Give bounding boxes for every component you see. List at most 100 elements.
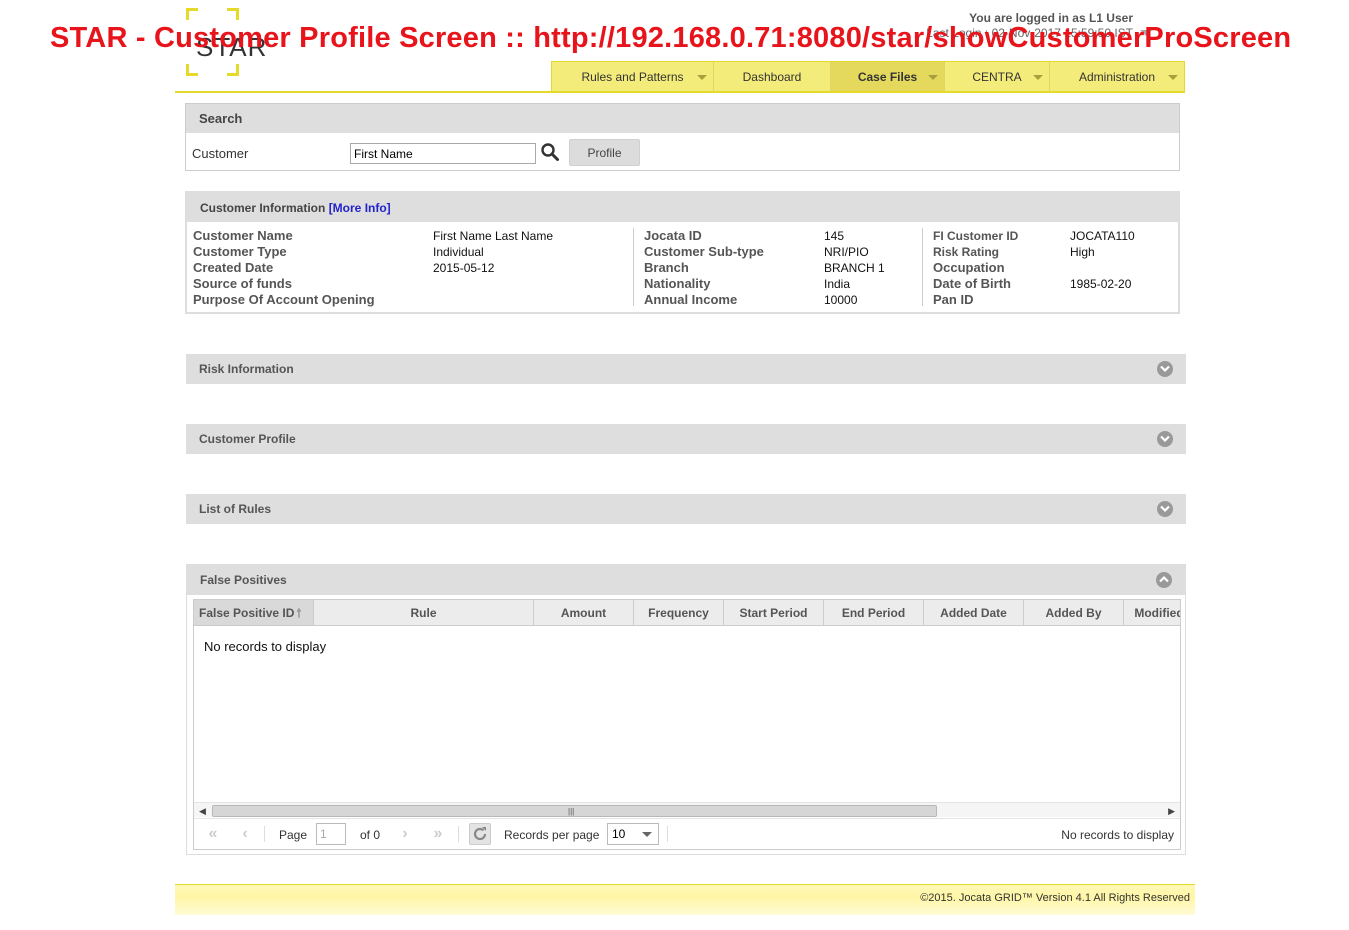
field-value: First Name Last Name bbox=[433, 229, 554, 243]
info-row: Jocata ID 145 bbox=[644, 228, 844, 244]
field-value: 10000 bbox=[824, 293, 858, 307]
nav-centra[interactable]: CENTRA bbox=[945, 62, 1050, 91]
info-row: Annual Income 10000 bbox=[644, 292, 857, 308]
select-value: 10 bbox=[612, 827, 626, 841]
field-label: Customer Name bbox=[193, 228, 293, 243]
screen-caption: STAR - Customer Profile Screen :: http:/… bbox=[50, 22, 1292, 54]
expand-chevron-icon[interactable] bbox=[1157, 361, 1173, 377]
more-info-link[interactable]: [More Info] bbox=[329, 201, 391, 215]
dropdown-caret-icon bbox=[1033, 75, 1043, 80]
grid-header: False Positive ID 🠕 Rule Amount Frequency… bbox=[194, 600, 1180, 626]
column-header-added-date[interactable]: Added Date bbox=[924, 600, 1024, 625]
first-page-icon[interactable]: « bbox=[202, 824, 224, 844]
info-row: Pan ID bbox=[933, 292, 1018, 308]
column-header-start-period[interactable]: Start Period bbox=[724, 600, 824, 625]
false-positives-header[interactable]: False Positives bbox=[187, 565, 1185, 595]
profile-button[interactable]: Profile bbox=[569, 139, 640, 166]
pager-divider bbox=[458, 826, 459, 842]
field-value: JOCATA110 bbox=[1070, 229, 1135, 243]
info-row: Customer Name First Name Last Name bbox=[193, 228, 553, 244]
sort-ascending-icon: 🠕 bbox=[296, 606, 302, 620]
info-row: FI Customer ID JOCATA110 bbox=[933, 228, 1135, 244]
field-label: Jocata ID bbox=[644, 228, 702, 243]
nav-rules-and-patterns[interactable]: Rules and Patterns bbox=[552, 62, 714, 91]
column-label: False Positive ID bbox=[199, 606, 295, 620]
section-title: False Positives bbox=[200, 573, 287, 587]
field-label: Date of Birth bbox=[933, 276, 1011, 291]
next-page-icon[interactable]: › bbox=[394, 824, 416, 844]
field-label: Occupation bbox=[933, 260, 1005, 275]
horizontal-scrollbar[interactable]: ◀ ||| ▶ bbox=[194, 802, 1180, 817]
info-row: Customer Type Individual bbox=[193, 244, 484, 260]
field-value: High bbox=[1070, 245, 1095, 259]
field-label: Risk Rating bbox=[933, 245, 1000, 259]
logo-corner bbox=[186, 64, 198, 76]
section-title: List of Rules bbox=[199, 502, 272, 516]
nav-label: Administration bbox=[1078, 69, 1156, 84]
field-value: India bbox=[824, 277, 851, 291]
logo-corner bbox=[227, 64, 239, 76]
field-value: BRANCH 1 bbox=[824, 261, 885, 275]
false-positives-grid: False Positive ID 🠕 Rule Amount Frequency… bbox=[193, 599, 1181, 850]
customer-label: Customer bbox=[192, 146, 249, 161]
prev-page-icon[interactable]: ‹ bbox=[234, 824, 256, 844]
false-positives-panel: False Positives False Positive ID 🠕 Rule … bbox=[186, 564, 1186, 855]
column-header-false-positive-id[interactable]: False Positive ID 🠕 bbox=[194, 600, 314, 625]
customer-search-input[interactable] bbox=[350, 143, 536, 164]
field-label: Created Date bbox=[193, 260, 274, 275]
nav-underline bbox=[175, 91, 1185, 93]
refresh-icon[interactable] bbox=[469, 823, 491, 845]
field-label: Annual Income bbox=[644, 292, 738, 307]
column-header-amount[interactable]: Amount bbox=[534, 600, 634, 625]
info-row: Risk Rating High bbox=[933, 244, 1095, 260]
column-header-modified[interactable]: Modified bbox=[1124, 600, 1180, 625]
field-label: Customer Type bbox=[193, 244, 287, 259]
list-of-rules-section[interactable]: List of Rules bbox=[186, 494, 1186, 524]
field-label: Source of funds bbox=[193, 276, 292, 291]
customer-info-grid: Customer Name First Name Last Name Custom… bbox=[187, 222, 1178, 312]
nav-dashboard[interactable]: Dashboard bbox=[714, 62, 831, 91]
scrollbar-thumb[interactable]: ||| bbox=[212, 805, 937, 817]
page-number-input[interactable] bbox=[316, 823, 346, 845]
customer-information-title: Customer Information bbox=[200, 201, 326, 215]
customer-profile-section[interactable]: Customer Profile bbox=[186, 424, 1186, 454]
column-header-end-period[interactable]: End Period bbox=[824, 600, 924, 625]
pager-divider bbox=[264, 826, 265, 842]
search-icon[interactable] bbox=[540, 142, 560, 162]
dropdown-caret-icon bbox=[928, 75, 938, 80]
last-page-icon[interactable]: » bbox=[427, 824, 449, 844]
chevron-down-icon bbox=[642, 832, 652, 837]
search-row: Customer Profile bbox=[186, 133, 1179, 171]
logo-corner bbox=[186, 8, 198, 20]
nav-administration[interactable]: Administration bbox=[1050, 62, 1184, 91]
page-label: Page bbox=[279, 828, 308, 842]
collapse-chevron-icon[interactable] bbox=[1156, 572, 1172, 588]
info-row: Created Date 2015-05-12 bbox=[193, 260, 494, 276]
column-header-rule[interactable]: Rule bbox=[314, 600, 534, 625]
records-per-page-select[interactable]: 10 bbox=[607, 823, 659, 845]
nav-label: Rules and Patterns bbox=[581, 69, 684, 84]
customer-information-panel: Customer Information [More Info] Custome… bbox=[185, 191, 1180, 314]
grip-icon: ||| bbox=[568, 807, 575, 816]
risk-information-section[interactable]: Risk Information bbox=[186, 354, 1186, 384]
section-title: Risk Information bbox=[199, 362, 294, 376]
scroll-right-icon[interactable]: ▶ bbox=[1168, 806, 1175, 817]
column-header-added-by[interactable]: Added By bbox=[1024, 600, 1124, 625]
field-label: Nationality bbox=[644, 276, 711, 291]
field-label: FI Customer ID bbox=[933, 229, 1019, 243]
info-row: Branch BRANCH 1 bbox=[644, 260, 885, 276]
customer-information-header: Customer Information [More Info] bbox=[187, 193, 1178, 222]
field-label: Branch bbox=[644, 260, 689, 275]
column-header-frequency[interactable]: Frequency bbox=[634, 600, 724, 625]
info-row: Occupation bbox=[933, 260, 1018, 276]
nav-case-files[interactable]: Case Files bbox=[831, 62, 945, 91]
expand-chevron-icon[interactable] bbox=[1157, 501, 1173, 517]
scroll-left-icon[interactable]: ◀ bbox=[199, 806, 206, 817]
dropdown-caret-icon bbox=[1168, 75, 1178, 80]
pager-divider bbox=[667, 826, 668, 842]
nav-label: Case Files bbox=[857, 69, 918, 84]
pager-status: No records to display bbox=[1061, 828, 1174, 842]
records-per-page-label: Records per page bbox=[504, 828, 600, 842]
grid-body: No records to display bbox=[194, 627, 1180, 801]
expand-chevron-icon[interactable] bbox=[1157, 431, 1173, 447]
